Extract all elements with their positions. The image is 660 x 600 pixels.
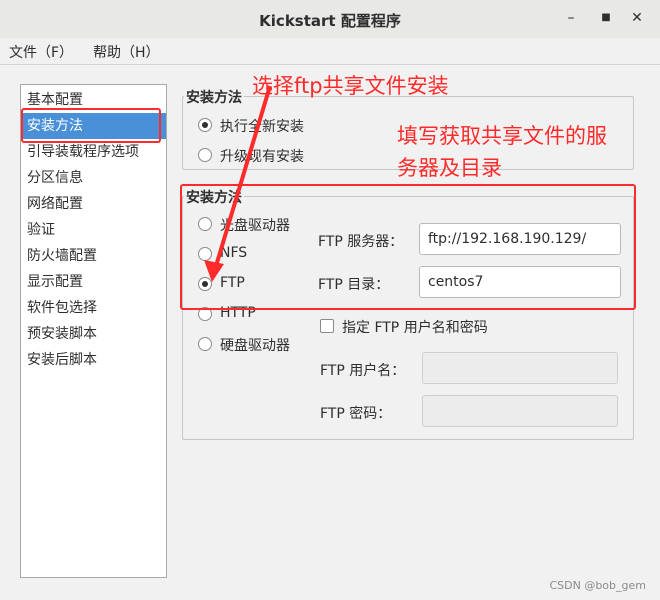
annotation-arrow xyxy=(204,85,272,282)
annotation-arrow-head xyxy=(204,260,224,282)
watermark: CSDN @bob_gem xyxy=(549,579,646,592)
annotation-arrow-shaft xyxy=(214,85,272,267)
